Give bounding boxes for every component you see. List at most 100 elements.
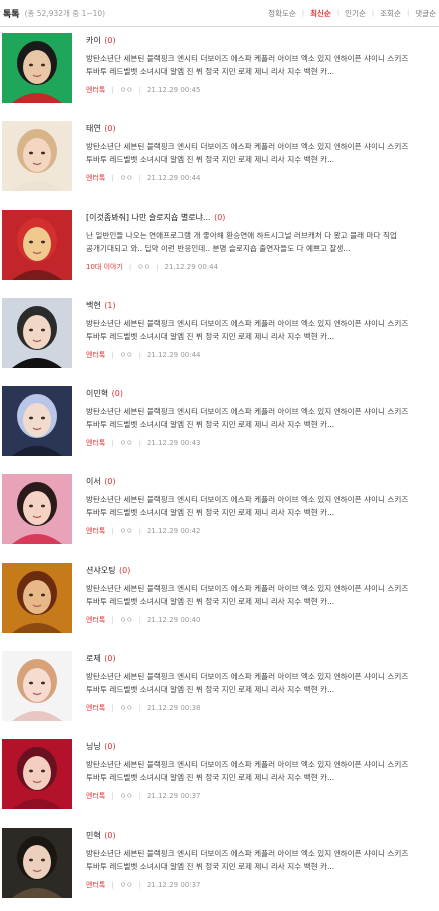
post-author: ㅇㅇ	[119, 615, 133, 624]
post-snippet[interactable]: 방탄소년단 세븐틴 블랙핑크 엔시티 더보이즈 에스파 케플러 아이브 엑소 있…	[86, 582, 416, 608]
post-title-text[interactable]: 백현	[86, 301, 101, 310]
post-thumbnail[interactable]	[2, 474, 72, 545]
sort-comments[interactable]: 댓글순	[415, 8, 436, 19]
sort-popular[interactable]: 인기순	[345, 8, 366, 19]
post-author: ㅇㅇ	[119, 704, 133, 713]
sort-latest[interactable]: 최신순	[310, 8, 331, 19]
post-date: 21.12.29 00:43	[146, 439, 201, 448]
list-item[interactable]: 닝닝 (0) 방탄소년단 세븐틴 블랙핑크 엔시티 더보이즈 에스파 케플러 아…	[0, 734, 439, 822]
post-thumbnail[interactable]	[2, 827, 72, 898]
post-author: ㅇㅇ	[119, 880, 133, 889]
post-snippet[interactable]: 방탄소년단 세븐틴 블랙핑크 엔시티 더보이즈 에스파 케플러 아이브 엑소 있…	[86, 52, 416, 78]
post-content: [이것좀봐줘] 나만 슬로지숍 별로냐... (0) 난 일반인들 나오는 연애…	[86, 211, 416, 273]
post-title[interactable]: 닝닝 (0)	[86, 740, 416, 753]
sort-accuracy[interactable]: 정확도순	[268, 8, 296, 19]
thumbnail-image	[2, 297, 72, 368]
post-thumbnail[interactable]	[2, 739, 72, 810]
post-thumbnail[interactable]	[2, 121, 72, 192]
post-thumbnail[interactable]	[2, 562, 72, 633]
post-meta: 엔터톡 | ㅇㅇ | 21.12.29 00:42	[86, 527, 201, 536]
list-item[interactable]: 카이 (0) 방탄소년단 세븐틴 블랙핑크 엔시티 더보이즈 에스파 케플러 아…	[0, 28, 439, 116]
post-category[interactable]: 엔터톡	[86, 616, 105, 624]
post-title-text[interactable]: 태연	[86, 124, 101, 133]
list-item[interactable]: 로제 (0) 방탄소년단 세븐틴 블랙핑크 엔시티 더보이즈 에스파 케플러 아…	[0, 646, 439, 734]
comment-count: (0)	[104, 654, 116, 664]
post-date: 21.12.29 00:42	[146, 527, 201, 536]
list-item[interactable]: 백현 (1) 방탄소년단 세븐틴 블랙핑크 엔시티 더보이즈 에스파 케플러 아…	[0, 293, 439, 381]
post-content: 이서 (0) 방탄소년단 세븐틴 블랙핑크 엔시티 더보이즈 에스파 케플러 아…	[86, 475, 416, 537]
post-meta: 엔터톡 | ㅇㅇ | 21.12.29 00:37	[86, 792, 201, 801]
post-snippet[interactable]: 방탄소년단 세븐틴 블랙핑크 엔시티 더보이즈 에스파 케플러 아이브 엑소 있…	[86, 405, 416, 431]
thumbnail-image	[2, 121, 72, 192]
post-title[interactable]: [이것좀봐줘] 나만 슬로지숍 별로냐... (0)	[86, 211, 416, 224]
sort-options: 정확도순 | 최신순 | 인기순 | 조회순 | 댓글순	[268, 8, 436, 19]
list-item[interactable]: [이것좀봐줘] 나만 슬로지숍 별로냐... (0) 난 일반인들 나오는 연애…	[0, 205, 439, 293]
post-date: 21.12.29 00:44	[146, 350, 201, 359]
list-item[interactable]: 션샤오팅 (0) 방탄소년단 세븐틴 블랙핑크 엔시티 더보이즈 에스파 케플러…	[0, 558, 439, 646]
post-snippet[interactable]: 난 일반인들 나오는 연애프로그램 개 좋아해 환승연애 하트시그널 러브캐처 …	[86, 229, 416, 255]
post-title[interactable]: 카이 (0)	[86, 34, 416, 47]
post-title[interactable]: 민혁 (0)	[86, 829, 416, 842]
post-snippet[interactable]: 방탄소년단 세븐틴 블랙핑크 엔시티 더보이즈 에스파 케플러 아이브 엑소 있…	[86, 317, 416, 343]
list-header: 톡톡 (총 52,932개 중 1~10) 정확도순 | 최신순 | 인기순 |…	[0, 0, 439, 27]
post-category[interactable]: 엔터톡	[86, 174, 105, 182]
post-meta: 엔터톡 | ㅇㅇ | 21.12.29 00:37	[86, 880, 201, 889]
post-category[interactable]: 10대 이야기	[86, 263, 123, 271]
thumbnail-image	[2, 827, 72, 898]
result-count: (총 52,932개 중 1~10)	[24, 8, 106, 18]
post-content: 백현 (1) 방탄소년단 세븐틴 블랙핑크 엔시티 더보이즈 에스파 케플러 아…	[86, 299, 416, 361]
post-thumbnail[interactable]	[2, 386, 72, 457]
list-item[interactable]: 이서 (0) 방탄소년단 세븐틴 블랙핑크 엔시티 더보이즈 에스파 케플러 아…	[0, 469, 439, 557]
post-thumbnail[interactable]	[2, 33, 72, 103]
post-title[interactable]: 백현 (1)	[86, 299, 416, 312]
post-date: 21.12.29 00:45	[146, 86, 201, 94]
post-thumbnail[interactable]	[2, 651, 72, 722]
post-meta: 엔터톡 | ㅇㅇ | 21.12.29 00:45	[86, 86, 201, 94]
post-category[interactable]: 엔터톡	[86, 351, 105, 359]
post-author: ㅇㅇ	[119, 86, 133, 94]
post-meta: 10대 이야기 | ㅇㅇ | 21.12.29 00:44	[86, 262, 219, 271]
sort-views[interactable]: 조회순	[380, 8, 401, 19]
post-title[interactable]: 이민혁 (0)	[86, 387, 416, 400]
post-content: 태연 (0) 방탄소년단 세븐틴 블랙핑크 엔시티 더보이즈 에스파 케플러 아…	[86, 122, 416, 184]
comment-count: (0)	[111, 389, 123, 399]
post-category[interactable]: 엔터톡	[86, 439, 105, 447]
thumbnail-image	[2, 209, 72, 280]
thumbnail-image	[2, 386, 72, 457]
thumbnail-image	[2, 651, 72, 722]
post-snippet[interactable]: 방탄소년단 세븐틴 블랙핑크 엔시티 더보이즈 에스파 케플러 아이브 엑소 있…	[86, 140, 416, 166]
post-thumbnail[interactable]	[2, 297, 72, 368]
post-title-text[interactable]: 이서	[86, 477, 101, 486]
post-content: 닝닝 (0) 방탄소년단 세븐틴 블랙핑크 엔시티 더보이즈 에스파 케플러 아…	[86, 740, 416, 802]
post-category[interactable]: 엔터톡	[86, 704, 105, 712]
post-title-text[interactable]: 민혁	[86, 831, 101, 840]
post-author: ㅇㅇ	[119, 174, 133, 183]
post-category[interactable]: 엔터톡	[86, 86, 105, 94]
post-snippet[interactable]: 방탄소년단 세븐틴 블랙핑크 엔시티 더보이즈 에스파 케플러 아이브 엑소 있…	[86, 758, 416, 784]
post-title-text[interactable]: [이것좀봐줘] 나만 슬로지숍 별로냐...	[86, 213, 211, 222]
thumbnail-image	[2, 562, 72, 633]
post-snippet[interactable]: 방탄소년단 세븐틴 블랙핑크 엔시티 더보이즈 에스파 케플러 아이브 엑소 있…	[86, 493, 416, 519]
board-title: 톡톡	[3, 9, 20, 20]
post-title-text[interactable]: 로제	[86, 654, 101, 663]
post-title-text[interactable]: 션샤오팅	[86, 566, 115, 575]
post-title-text[interactable]: 카이	[86, 36, 101, 45]
list-item[interactable]: 태연 (0) 방탄소년단 세븐틴 블랙핑크 엔시티 더보이즈 에스파 케플러 아…	[0, 116, 439, 204]
post-title-text[interactable]: 이민혁	[86, 389, 108, 398]
post-category[interactable]: 엔터톡	[86, 527, 105, 535]
post-author: ㅇㅇ	[119, 350, 133, 359]
post-snippet[interactable]: 방탄소년단 세븐틴 블랙핑크 엔시티 더보이즈 에스파 케플러 아이브 엑소 있…	[86, 847, 416, 873]
post-snippet[interactable]: 방탄소년단 세븐틴 블랙핑크 엔시티 더보이즈 에스파 케플러 아이브 엑소 있…	[86, 670, 416, 696]
list-item[interactable]: 민혁 (0) 방탄소년단 세븐틴 블랙핑크 엔시티 더보이즈 에스파 케플러 아…	[0, 823, 439, 911]
post-title[interactable]: 이서 (0)	[86, 475, 416, 488]
post-category[interactable]: 엔터톡	[86, 881, 105, 889]
post-title[interactable]: 션샤오팅 (0)	[86, 564, 416, 577]
post-author: ㅇㅇ	[137, 262, 151, 271]
list-item[interactable]: 이민혁 (0) 방탄소년단 세븐틴 블랙핑크 엔시티 더보이즈 에스파 케플러 …	[0, 381, 439, 469]
post-title-text[interactable]: 닝닝	[86, 742, 101, 751]
post-title[interactable]: 로제 (0)	[86, 652, 416, 665]
post-date: 21.12.29 00:38	[146, 704, 201, 713]
post-thumbnail[interactable]	[2, 209, 72, 280]
post-title[interactable]: 태연 (0)	[86, 122, 416, 135]
post-category[interactable]: 엔터톡	[86, 792, 105, 800]
